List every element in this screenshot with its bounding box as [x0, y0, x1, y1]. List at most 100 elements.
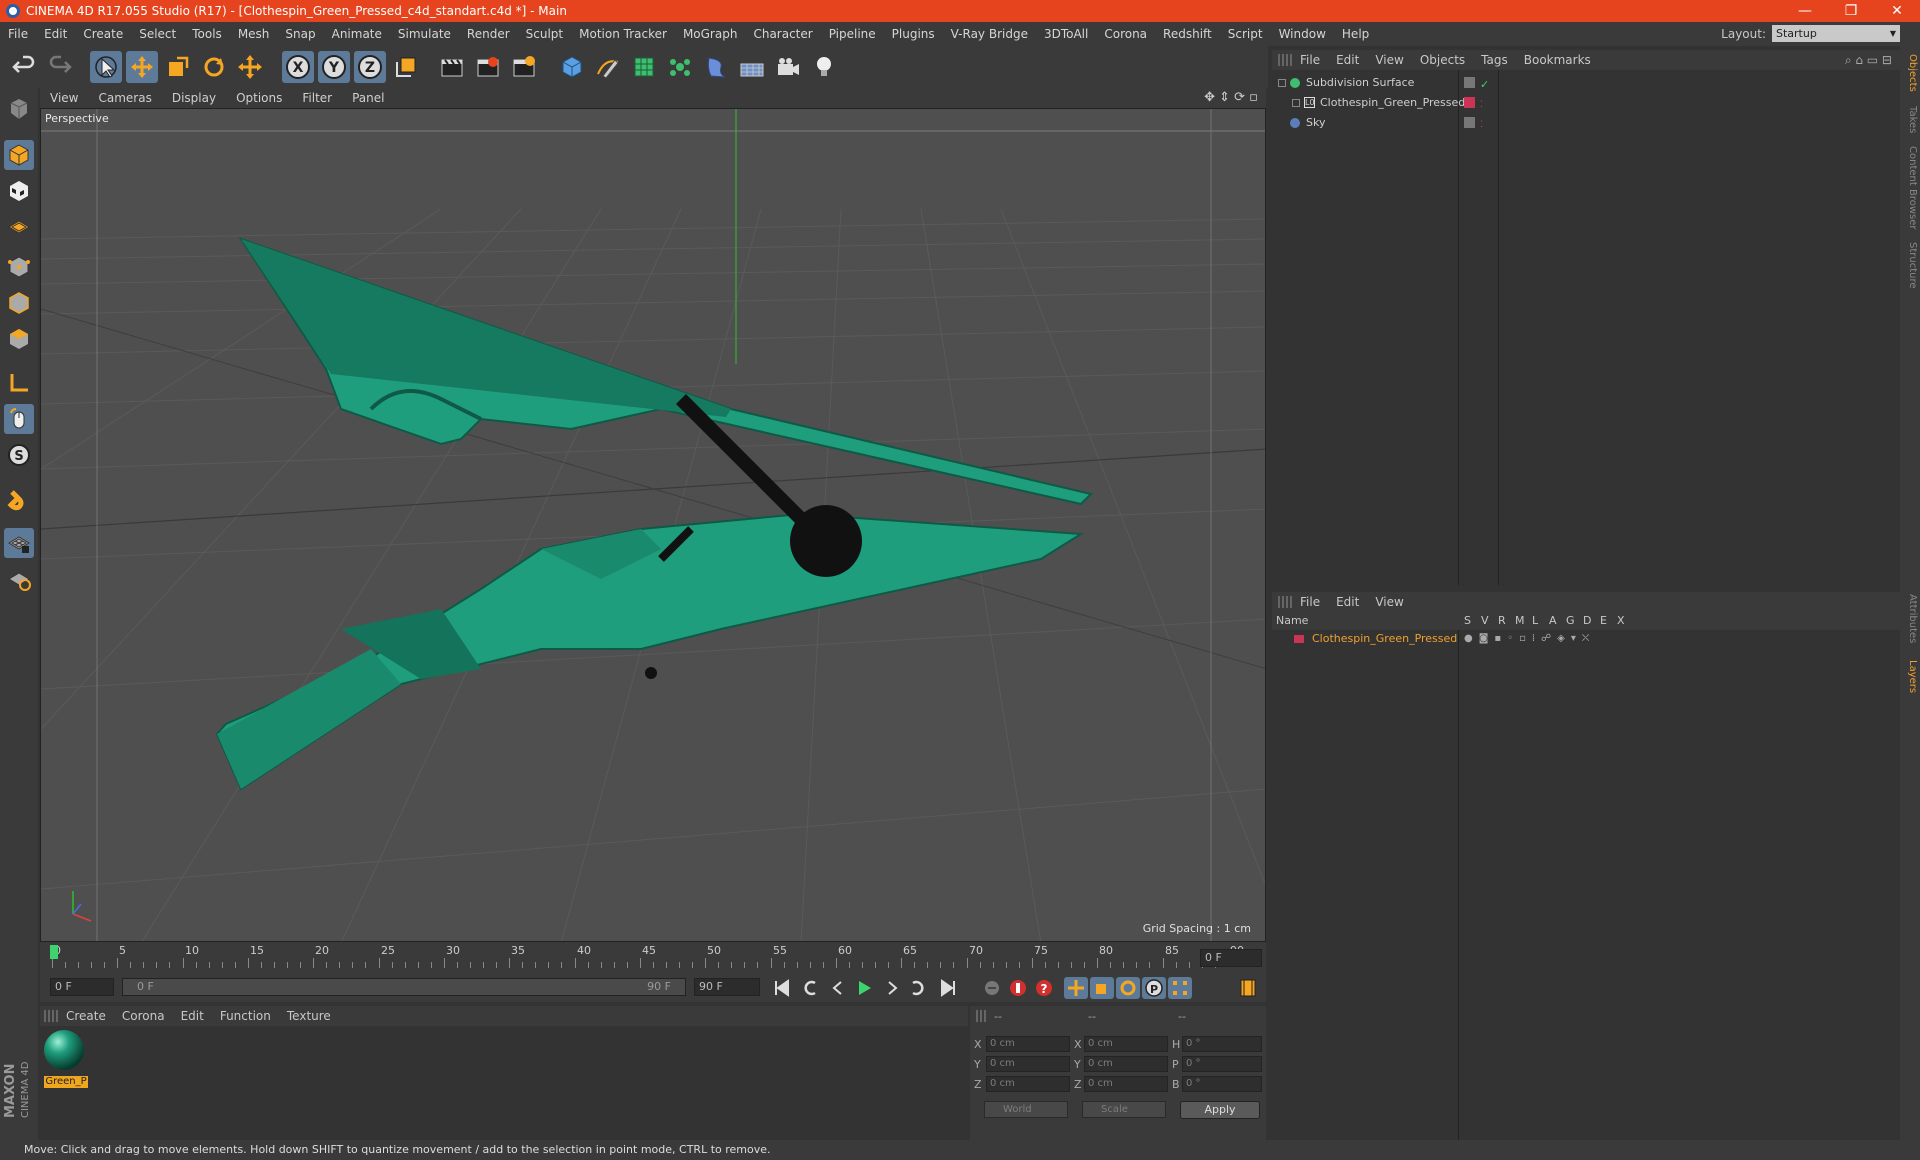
coord-field-pz[interactable]: 0 cm: [986, 1076, 1070, 1092]
coord-field-sz[interactable]: 0 cm: [1084, 1076, 1168, 1092]
layer-flag-icons[interactable]: ●◙▪◦▫⁞☍◈▾⛌: [1464, 630, 1595, 648]
subdivision-surface-icon[interactable]: [628, 51, 660, 83]
menu-3dtoall[interactable]: 3DToAll: [1036, 27, 1096, 41]
scale-icon[interactable]: [162, 51, 194, 83]
key-parameter-icon[interactable]: P: [1142, 977, 1166, 999]
go-to-start-icon[interactable]: [770, 977, 794, 999]
object-row-clothespin[interactable]: L0 Clothespin_Green_Pressed ⁚: [1272, 93, 1900, 113]
layer-menu-file[interactable]: File: [1292, 595, 1328, 609]
coord-field-sy[interactable]: 0 cm: [1084, 1056, 1168, 1072]
layer-tag-icon[interactable]: [1464, 77, 1475, 88]
autokeying-icon[interactable]: [1006, 977, 1030, 999]
menu-edit[interactable]: Edit: [36, 27, 75, 41]
material-menu-create[interactable]: Create: [58, 1009, 114, 1023]
key-scale-icon[interactable]: [1090, 977, 1114, 999]
z-axis-icon[interactable]: Z: [354, 51, 386, 83]
object-row-subdivision-surface[interactable]: Subdivision Surface ✓: [1272, 73, 1900, 93]
tweak-mode-icon[interactable]: [4, 404, 34, 434]
playhead-marker[interactable]: [50, 945, 58, 959]
tab-takes[interactable]: Takes: [1902, 106, 1918, 133]
play-forward-icon[interactable]: [852, 977, 876, 999]
object-menu-bookmarks[interactable]: Bookmarks: [1516, 53, 1599, 67]
coord-mode-select[interactable]: World: [984, 1101, 1068, 1118]
object-menu-view[interactable]: View: [1367, 53, 1411, 67]
material-menu-texture[interactable]: Texture: [279, 1009, 339, 1023]
timeline-window-icon[interactable]: [1236, 977, 1260, 999]
menu-mesh[interactable]: Mesh: [230, 27, 278, 41]
redo-icon[interactable]: [44, 51, 76, 83]
select-cursor-icon[interactable]: [90, 51, 122, 83]
deformer-icon[interactable]: [700, 51, 732, 83]
polygons-mode-icon[interactable]: [4, 324, 34, 354]
menu-file[interactable]: File: [0, 27, 36, 41]
menu-snap[interactable]: Snap: [277, 27, 323, 41]
object-row-sky[interactable]: Sky ⁚: [1272, 113, 1900, 133]
edges-mode-icon[interactable]: [4, 288, 34, 318]
texture-mode-icon[interactable]: [4, 176, 34, 206]
enable-axis-icon[interactable]: [4, 368, 34, 398]
layer-tag-icon[interactable]: [1464, 97, 1475, 108]
keyframe-selection-icon[interactable]: ?: [1032, 977, 1056, 999]
object-manager-nav-icons[interactable]: ⌕ ⌂ ▭ ⊟: [1845, 53, 1892, 68]
object-menu-tags[interactable]: Tags: [1473, 53, 1516, 67]
viewport-menu-cameras[interactable]: Cameras: [88, 91, 161, 105]
material-menu-function[interactable]: Function: [212, 1009, 279, 1023]
end-frame-field[interactable]: 90 F: [694, 978, 760, 996]
next-keyframe-icon[interactable]: [906, 977, 930, 999]
menu-simulate[interactable]: Simulate: [390, 27, 459, 41]
model-mode-icon[interactable]: [4, 140, 34, 170]
coord-field-sx[interactable]: 0 cm: [1084, 1036, 1168, 1052]
edit-render-settings-icon[interactable]: [508, 51, 540, 83]
object-name[interactable]: Subdivision Surface: [1306, 73, 1414, 93]
floor-icon[interactable]: [736, 51, 768, 83]
menu-pipeline[interactable]: Pipeline: [821, 27, 884, 41]
viewport-perspective[interactable]: Perspective Grid Spacing : 1 cm: [40, 108, 1266, 942]
coord-field-h[interactable]: 0 °: [1182, 1036, 1262, 1052]
visibility-dots-icon[interactable]: ⁚: [1480, 115, 1483, 135]
menu-script[interactable]: Script: [1220, 27, 1271, 41]
apply-button[interactable]: Apply: [1180, 1101, 1260, 1119]
viewport-menu-display[interactable]: Display: [162, 91, 226, 105]
menu-select[interactable]: Select: [131, 27, 184, 41]
go-to-end-icon[interactable]: [936, 977, 960, 999]
layer-name[interactable]: Clothespin_Green_Pressed: [1312, 630, 1457, 648]
restore-button[interactable]: ❐: [1828, 0, 1874, 22]
object-name[interactable]: Clothespin_Green_Pressed: [1320, 93, 1465, 113]
panel-grip-icon[interactable]: [976, 1010, 988, 1022]
tab-structure[interactable]: Structure: [1902, 242, 1918, 289]
points-mode-icon[interactable]: [4, 252, 34, 282]
preview-range-slider[interactable]: 0 F 90 F: [122, 978, 686, 996]
menu-create[interactable]: Create: [75, 27, 131, 41]
coord-field-p[interactable]: 0 °: [1182, 1056, 1262, 1072]
tab-objects[interactable]: Objects: [1902, 54, 1918, 92]
key-point-level-icon[interactable]: [1168, 977, 1192, 999]
object-name[interactable]: Sky: [1306, 113, 1325, 133]
viewport-menu-filter[interactable]: Filter: [292, 91, 342, 105]
x-axis-icon[interactable]: X: [282, 51, 314, 83]
close-button[interactable]: ✕: [1874, 0, 1920, 22]
menu-vray-bridge[interactable]: V-Ray Bridge: [943, 27, 1036, 41]
magnet-icon[interactable]: [4, 484, 34, 514]
render-picture-viewer-icon[interactable]: [472, 51, 504, 83]
light-icon[interactable]: [808, 51, 840, 83]
layer-menu-edit[interactable]: Edit: [1328, 595, 1367, 609]
record-keys-icon[interactable]: [980, 977, 1004, 999]
key-rotation-icon[interactable]: [1116, 977, 1140, 999]
previous-frame-icon[interactable]: [826, 977, 850, 999]
minimize-button[interactable]: —: [1782, 0, 1828, 22]
menu-character[interactable]: Character: [745, 27, 820, 41]
rotate-icon[interactable]: [198, 51, 230, 83]
lock-workplane-icon[interactable]: [4, 528, 34, 558]
panel-grip-icon[interactable]: [1278, 596, 1292, 608]
start-frame-field[interactable]: 0 F: [50, 978, 114, 996]
coord-field-b[interactable]: 0 °: [1182, 1076, 1262, 1092]
make-editable-icon[interactable]: [4, 94, 34, 124]
expand-toggle[interactable]: [1292, 99, 1300, 107]
tab-content-browser[interactable]: Content Browser: [1902, 146, 1918, 229]
object-menu-file[interactable]: File: [1292, 53, 1328, 67]
object-menu-edit[interactable]: Edit: [1328, 53, 1367, 67]
undo-icon[interactable]: [8, 51, 40, 83]
object-menu-objects[interactable]: Objects: [1412, 53, 1473, 67]
layer-color-swatch[interactable]: [1294, 635, 1304, 643]
material-menu-edit[interactable]: Edit: [173, 1009, 212, 1023]
